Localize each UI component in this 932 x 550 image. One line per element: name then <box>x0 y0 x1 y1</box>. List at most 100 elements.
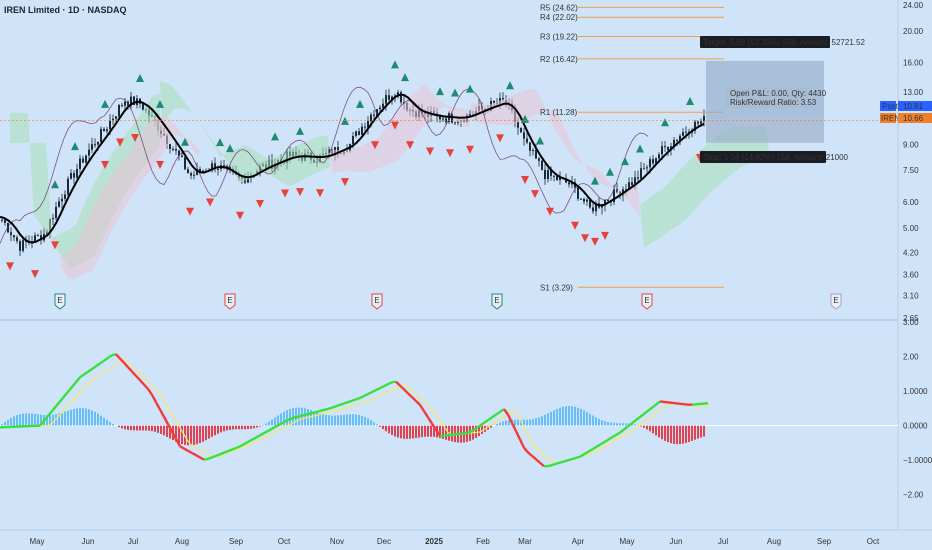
buy-signal-arrow <box>451 88 459 97</box>
macd-histogram-bar <box>340 415 342 426</box>
macd-histogram-bar <box>1 424 3 426</box>
macd-tick-label: 1.0000 <box>903 387 928 396</box>
candle-body <box>658 154 660 159</box>
time-tick-label: Mar <box>518 537 532 546</box>
macd-line-segment <box>399 384 405 391</box>
macd-histogram-bar <box>76 408 78 426</box>
macd-line-segment <box>623 425 629 431</box>
candle-body <box>532 150 534 152</box>
macd-histogram-bar <box>64 411 66 426</box>
macd-histogram-bar <box>658 425 660 438</box>
candle-body <box>73 173 75 178</box>
macd-histogram-bar <box>10 417 12 426</box>
macd-line-segment <box>587 448 593 453</box>
macd-line-segment <box>499 408 505 413</box>
macd-line-segment <box>195 454 201 459</box>
macd-line-segment <box>503 408 509 416</box>
sell-signal-arrow <box>426 147 434 156</box>
macd-histogram-bar <box>328 415 330 426</box>
macd-line-segment <box>183 447 189 452</box>
sell-signal-arrow <box>31 270 39 279</box>
macd-histogram-bar <box>679 425 681 445</box>
candle-body <box>664 146 666 148</box>
macd-histogram-bar <box>616 423 618 426</box>
macd-histogram-bar <box>244 425 246 430</box>
sell-signal-arrow <box>571 221 579 230</box>
buy-signal-arrow <box>401 73 409 82</box>
macd-histogram-bar <box>220 425 222 433</box>
macd-histogram-bar <box>598 418 600 426</box>
price-tick-label: 20.00 <box>903 27 924 36</box>
pivot-label: R1 (11.28) <box>540 108 578 117</box>
sell-signal-arrow <box>546 207 554 216</box>
candle-body <box>646 167 648 169</box>
candle-body <box>667 147 669 150</box>
candle-body <box>97 141 99 145</box>
macd-histogram-bar <box>229 425 231 430</box>
macd-histogram-bar <box>607 422 609 426</box>
macd-histogram-bar <box>508 420 510 426</box>
buy-signal-arrow <box>216 138 224 147</box>
macd-histogram-bar <box>538 417 540 426</box>
earnings-label: E <box>644 296 649 305</box>
candle-body <box>115 116 117 119</box>
candle-body <box>541 160 543 170</box>
macd-histogram-bar <box>79 408 81 426</box>
candle-body <box>400 92 402 103</box>
price-chart: 24.0020.0016.0013.0011.009.007.506.005.0… <box>0 0 932 546</box>
candle-body <box>85 155 87 163</box>
macd-line-segment <box>518 438 526 449</box>
macd-histogram-bar <box>580 408 582 426</box>
candle-body <box>355 131 357 136</box>
candle-body <box>58 201 60 207</box>
candle-body <box>364 126 366 128</box>
candle-body <box>568 182 570 185</box>
macd-line-segment <box>243 440 249 446</box>
macd-line-segment <box>383 383 389 388</box>
sell-signal-arrow <box>206 198 214 207</box>
macd-line-segment <box>239 443 245 448</box>
macd-histogram-bar <box>250 425 252 429</box>
macd-line-segment <box>319 408 325 413</box>
macd-line-segment <box>63 391 69 398</box>
cloud-green <box>160 81 330 187</box>
macd-line-segment <box>55 400 61 408</box>
macd-line-segment <box>295 414 301 419</box>
sell-signal-arrow <box>296 188 304 197</box>
time-tick-label: Aug <box>175 537 189 546</box>
macd-line-segment <box>139 379 145 386</box>
sell-signal-arrow <box>156 161 164 170</box>
candle-body <box>442 118 444 120</box>
macd-histogram-bar <box>361 415 363 426</box>
macd-histogram-bar <box>505 420 507 426</box>
macd-histogram-bar <box>13 416 15 426</box>
candle-body <box>553 175 555 177</box>
macd-line-segment <box>227 448 233 453</box>
macd-histogram-bar <box>418 425 420 438</box>
earnings-label: E <box>227 296 232 305</box>
time-tick-label: May <box>619 537 634 546</box>
macd-line-segment <box>339 402 345 407</box>
macd-histogram-bar <box>388 425 390 434</box>
macd-histogram-bar <box>25 413 27 426</box>
post-tag-label: Post <box>882 102 899 111</box>
macd-histogram-bar <box>529 419 531 426</box>
sell-signal-arrow <box>6 262 14 271</box>
candle-body <box>175 149 177 151</box>
macd-histogram-bar <box>265 423 267 426</box>
macd-histogram-bar <box>181 425 183 445</box>
macd-line-segment <box>415 400 421 406</box>
macd-line-segment <box>430 422 438 431</box>
buy-signal-arrow <box>536 136 544 145</box>
macd-line-segment <box>539 461 545 468</box>
macd-histogram-bar <box>28 413 30 426</box>
macd-histogram-bar <box>139 425 141 431</box>
candle-body <box>103 128 105 132</box>
macd-histogram-bar <box>601 420 603 426</box>
macd-histogram-bar <box>586 412 588 426</box>
macd-histogram-bar <box>91 410 93 426</box>
candle-body <box>106 129 108 132</box>
macd-histogram-bar <box>421 425 423 438</box>
macd-histogram-bar <box>430 425 432 437</box>
macd-histogram-bar <box>634 424 636 426</box>
